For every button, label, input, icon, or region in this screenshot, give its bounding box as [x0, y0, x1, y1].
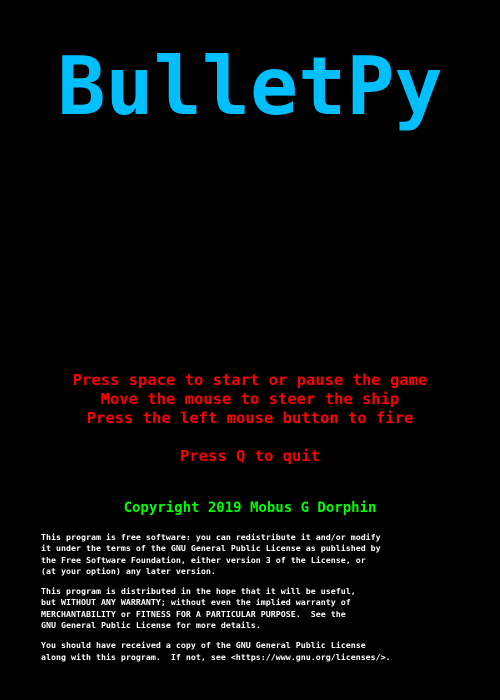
copyright-notice: Copyright 2019 Mobus G Dorphin	[123, 500, 377, 516]
instructions-block: Press space to start or pause the game M…	[0, 371, 500, 428]
license-line: GNU General Public License for more deta…	[41, 620, 261, 631]
license-line: the Free Software Foundation, either ver…	[41, 554, 366, 565]
license-line: but WITHOUT ANY WARRANTY; without even t…	[41, 597, 351, 608]
quit-instruction: Press Q to quit	[180, 447, 320, 465]
license-paragraph-1: This program is free software: you can r…	[41, 532, 491, 577]
license-line: it under the terms of the GNU General Pu…	[41, 543, 381, 554]
license-line: along with this program. If not, see <ht…	[41, 651, 391, 662]
license-paragraph-2: This program is distributed in the hope …	[41, 586, 491, 631]
license-line: MERCHANTABILITY or FITNESS FOR A PARTICU…	[41, 608, 346, 619]
game-title: BulletPy	[57, 40, 443, 133]
license-line: You should have received a copy of the G…	[41, 640, 366, 651]
license-text: This program is free software: you can r…	[41, 532, 491, 672]
instruction-steer: Move the mouse to steer the ship	[100, 390, 400, 408]
instruction-fire: Press the left mouse button to fire	[86, 409, 414, 427]
license-line: This program is distributed in the hope …	[41, 586, 356, 597]
instruction-start-pause: Press space to start or pause the game	[72, 371, 428, 389]
license-line: (at your option) any later version.	[41, 565, 216, 576]
license-paragraph-3: You should have received a copy of the G…	[41, 640, 491, 663]
license-line: This program is free software: you can r…	[41, 532, 381, 542]
